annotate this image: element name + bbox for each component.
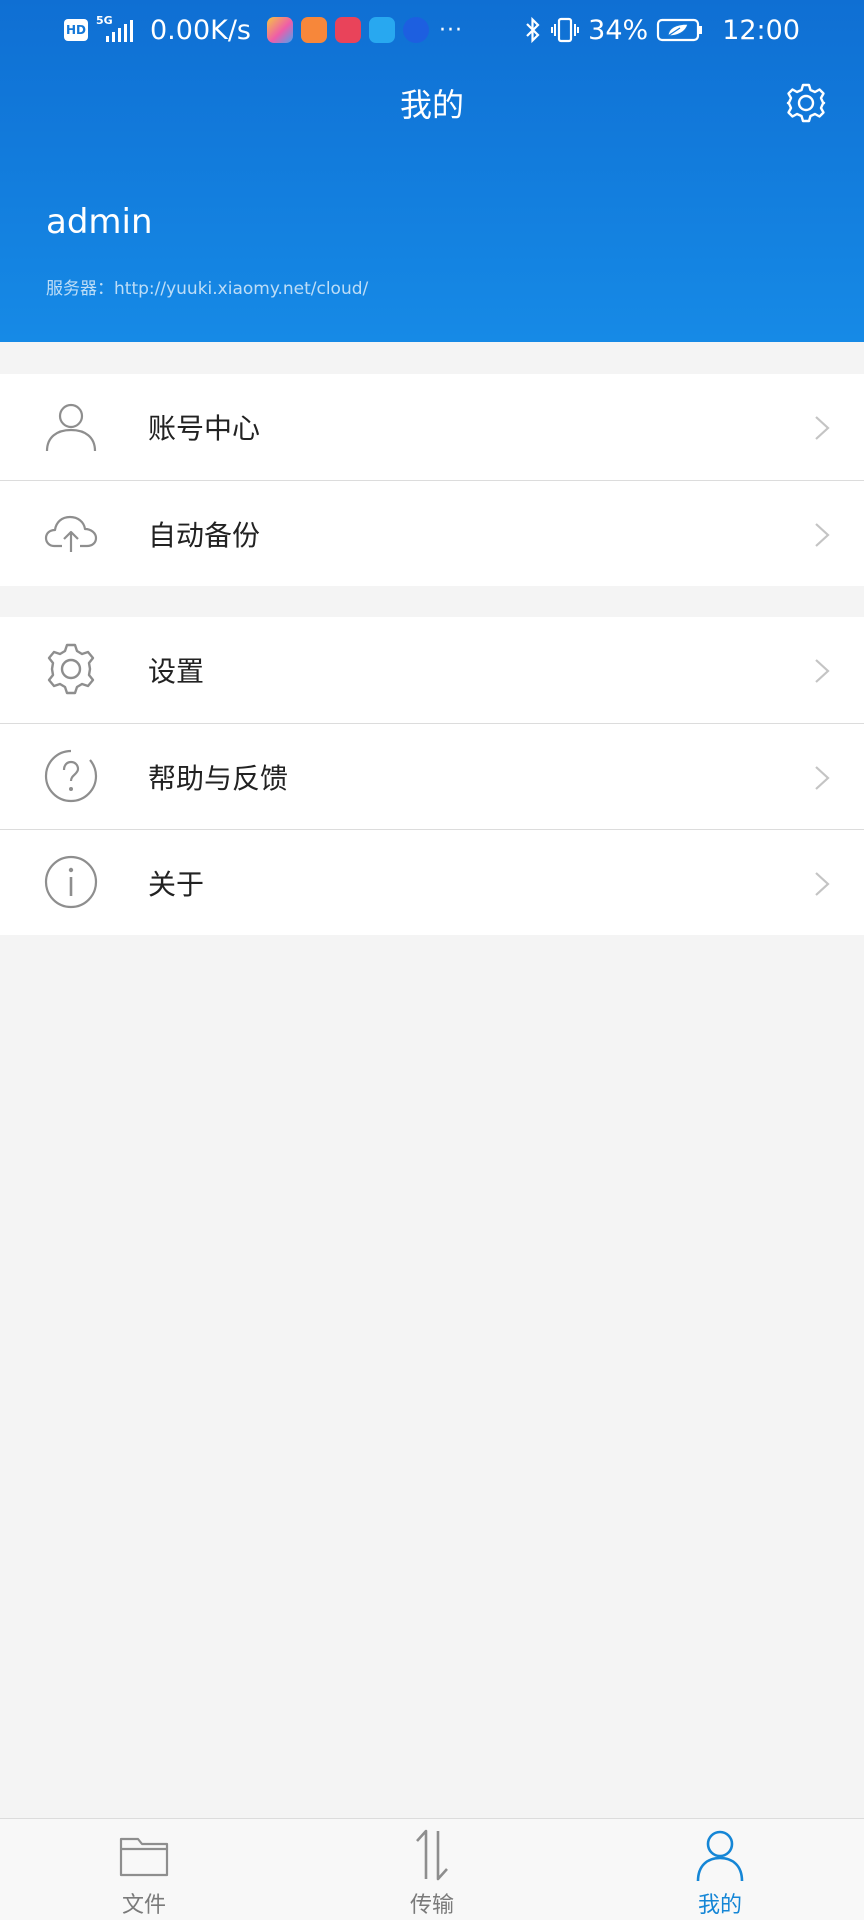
vibrate-icon [551, 17, 580, 43]
hd-icon: HD [64, 19, 88, 41]
app-icon-2 [301, 17, 327, 43]
menu-item-label: 设置 [148, 655, 205, 688]
transfer-icon [416, 1829, 448, 1881]
menu-item-settings[interactable]: 设置 [0, 617, 864, 723]
more-notifications-icon: ··· [439, 17, 463, 43]
page-title: 我的 [399, 86, 464, 124]
server-address: 服务器：http://yuuki.xiaomy.net/cloud/ [46, 279, 369, 299]
menu-item-account-center[interactable]: 账号中心 [0, 374, 864, 480]
info-icon [44, 855, 98, 909]
app-icon-4 [369, 17, 395, 43]
gear-icon [47, 643, 95, 695]
chevron-right-icon [815, 659, 830, 683]
menu-item-about[interactable]: 关于 [0, 829, 864, 935]
app-icon-1 [267, 17, 293, 43]
app-icon-3 [335, 17, 361, 43]
clock: 12:00 [722, 14, 800, 46]
menu-item-label: 账号中心 [148, 412, 261, 445]
gear-icon[interactable] [784, 81, 828, 125]
status-bar: HD 5G 0.00K/s ··· 34% 12:00 [0, 0, 864, 60]
username: admin [46, 202, 153, 242]
folder-icon [119, 1837, 169, 1877]
menu-item-help-feedback[interactable]: 帮助与反馈 [0, 723, 864, 829]
tab-label: 传输 [409, 1893, 454, 1918]
cloud-upload-icon [44, 515, 98, 552]
menu-group-general: 设置 帮助与反馈 关于 [0, 617, 864, 935]
chevron-right-icon [815, 766, 830, 790]
tab-label: 我的 [697, 1893, 742, 1918]
battery-icon [657, 18, 703, 42]
tab-transfer[interactable]: 传输 [372, 1819, 492, 1920]
menu-group-account: 账号中心 自动备份 [0, 374, 864, 586]
help-icon [44, 749, 98, 803]
chevron-right-icon [815, 416, 830, 440]
user-icon [45, 403, 97, 452]
bluetooth-icon [526, 16, 540, 44]
chevron-right-icon [815, 872, 830, 896]
app-icon-5 [403, 17, 429, 43]
user-icon [696, 1830, 744, 1882]
signal-icon: 5G [96, 14, 136, 44]
battery-percent: 34% [588, 14, 649, 46]
network-speed: 0.00K/s [150, 14, 251, 46]
tab-files[interactable]: 文件 [84, 1819, 204, 1920]
menu-item-label: 自动备份 [148, 518, 261, 552]
bottom-tab-bar: 文件 传输 我的 [0, 1818, 864, 1920]
menu-item-label: 关于 [148, 867, 205, 901]
chevron-right-icon [815, 523, 830, 547]
menu-item-label: 帮助与反馈 [148, 761, 289, 795]
profile-header: HD 5G 0.00K/s ··· 34% 12:00 我的 admin 服务器… [0, 0, 864, 342]
menu-item-auto-backup[interactable]: 自动备份 [0, 480, 864, 586]
tab-mine[interactable]: 我的 [660, 1819, 780, 1920]
tab-label: 文件 [121, 1893, 166, 1918]
